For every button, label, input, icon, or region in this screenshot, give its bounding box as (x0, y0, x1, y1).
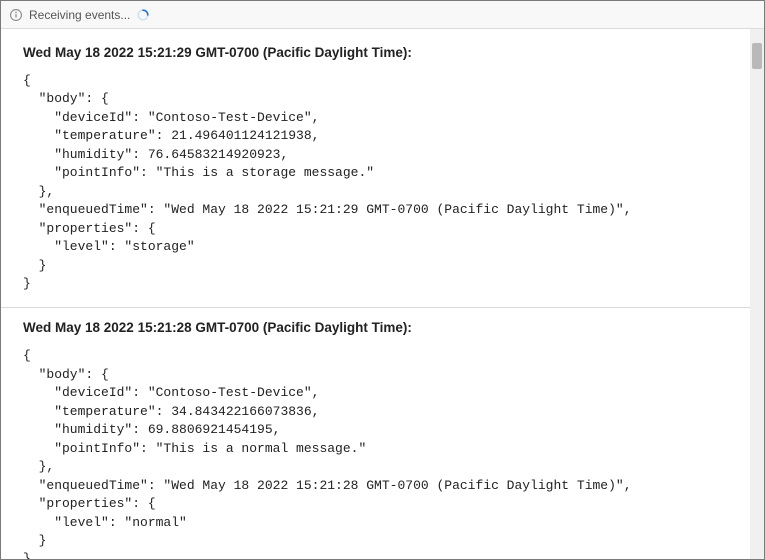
event-timestamp-header: Wed May 18 2022 15:21:29 GMT-0700 (Pacif… (23, 45, 728, 60)
window-frame: Receiving events... Wed May 18 2022 15:2… (0, 0, 765, 560)
info-icon (9, 8, 23, 22)
event-json-body: { "body": { "deviceId": "Contoso-Test-De… (23, 347, 728, 559)
event-item: Wed May 18 2022 15:21:28 GMT-0700 (Pacif… (1, 307, 750, 559)
status-bar: Receiving events... (1, 1, 764, 29)
event-item: Wed May 18 2022 15:21:29 GMT-0700 (Pacif… (1, 29, 750, 307)
events-list: Wed May 18 2022 15:21:29 GMT-0700 (Pacif… (1, 29, 750, 559)
scrollbar-thumb[interactable] (752, 43, 762, 69)
event-json-body: { "body": { "deviceId": "Contoso-Test-De… (23, 72, 728, 293)
status-text: Receiving events... (29, 8, 130, 22)
event-timestamp-header: Wed May 18 2022 15:21:28 GMT-0700 (Pacif… (23, 320, 728, 335)
spinner-icon (136, 8, 150, 22)
scrollbar-track[interactable] (750, 29, 764, 559)
content-area: Wed May 18 2022 15:21:29 GMT-0700 (Pacif… (1, 29, 764, 559)
